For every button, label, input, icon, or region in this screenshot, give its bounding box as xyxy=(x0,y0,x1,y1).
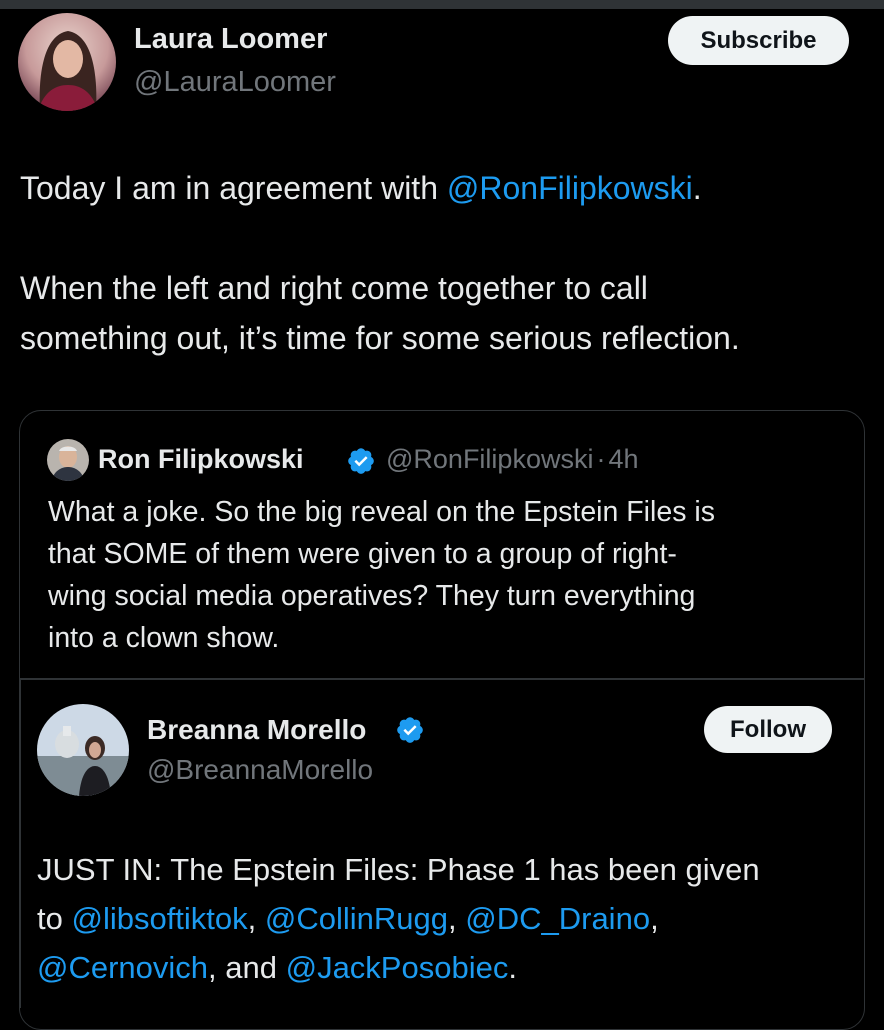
quoted-separator: · xyxy=(596,444,606,474)
verified-badge-icon xyxy=(346,446,376,476)
quoted-line-1: What a joke. So the big reveal on the Ep… xyxy=(48,496,715,528)
quoted-line-3: wing social media operatives? They turn … xyxy=(48,580,696,612)
embedded-text: , xyxy=(650,901,659,936)
subscribe-button[interactable]: Subscribe xyxy=(668,16,849,65)
main-author-handle[interactable]: @LauraLoomer xyxy=(134,66,336,99)
quoted-line-4: into a clown show. xyxy=(48,622,280,654)
main-post-line-2: When the left and right come together to… xyxy=(20,270,648,306)
embedded-text: to xyxy=(37,901,72,936)
embedded-line-3: @Cernovich, and @JackPosobiec. xyxy=(37,950,517,986)
quoted-line-2: that SOME of them were given to a group … xyxy=(48,538,677,570)
quoted-handle-text[interactable]: @RonFilipkowski xyxy=(386,444,593,474)
quoted-author-name[interactable]: Ron Filipkowski xyxy=(98,444,304,475)
main-author-name[interactable]: Laura Loomer xyxy=(134,23,327,56)
verified-badge-icon xyxy=(395,715,425,745)
mention-collinrugg[interactable]: @CollinRugg xyxy=(265,901,448,936)
embedded-text: , xyxy=(448,901,466,936)
embedded-text: , and xyxy=(208,950,286,985)
main-post-text: Today I am in agreement with xyxy=(20,170,447,206)
main-post-line-1: Today I am in agreement with @RonFilipko… xyxy=(20,170,702,207)
mention-jackposobiec[interactable]: @JackPosobiec xyxy=(286,950,509,985)
mention-libsoftiktok[interactable]: @libsoftiktok xyxy=(71,901,247,936)
embedded-line-2: to @libsoftiktok, @CollinRugg, @DC_Drain… xyxy=(37,901,659,937)
mention-dc-draino[interactable]: @DC_Draino xyxy=(465,901,650,936)
embedded-card-border xyxy=(19,678,21,1008)
main-post-period: . xyxy=(692,170,702,206)
embedded-text: , xyxy=(247,901,265,936)
ron-filipkowski-avatar[interactable] xyxy=(47,439,89,481)
quoted-author-handle[interactable]: @RonFilipkowski · 4h xyxy=(386,444,639,475)
mention-ronfilipkowski[interactable]: @RonFilipkowski xyxy=(447,170,693,206)
top-edge-bar xyxy=(0,0,884,9)
quoted-timestamp[interactable]: 4h xyxy=(608,444,638,474)
follow-button[interactable]: Follow xyxy=(704,706,832,753)
quote-divider xyxy=(20,678,864,680)
embedded-text: . xyxy=(508,950,517,985)
main-post-line-3: something out, it’s time for some seriou… xyxy=(20,320,740,356)
embedded-author-handle[interactable]: @BreannaMorello xyxy=(147,754,373,786)
breanna-morello-avatar[interactable] xyxy=(37,704,129,796)
mention-cernovich[interactable]: @Cernovich xyxy=(37,950,208,985)
embedded-line-1: JUST IN: The Epstein Files: Phase 1 has … xyxy=(37,852,760,887)
laura-loomer-avatar[interactable] xyxy=(18,13,116,111)
embedded-author-name[interactable]: Breanna Morello xyxy=(147,714,366,746)
